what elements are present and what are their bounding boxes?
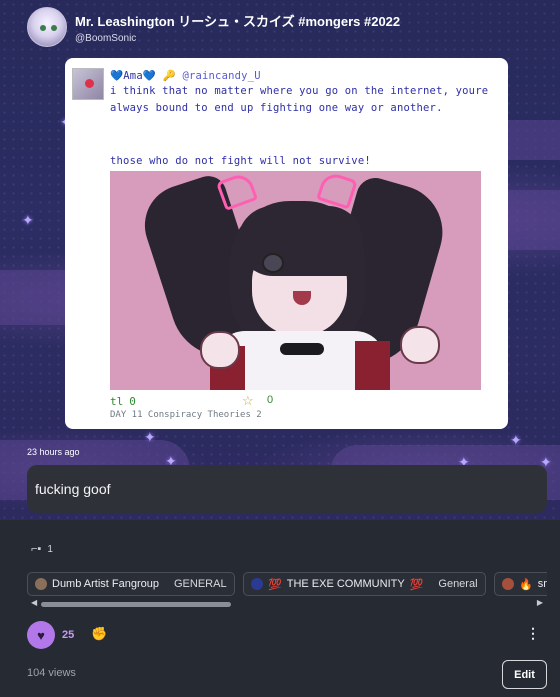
community-avatar-icon [251, 578, 264, 590]
retweet-count: 0 [129, 395, 136, 408]
embedded-author: 💙Ama💙 🔑 @raincandy_U [110, 69, 261, 82]
embedded-text-line: always bound to end up fighting one way … [110, 102, 443, 114]
more-options-icon[interactable]: ⋮ [526, 625, 540, 642]
view-count: 104 views [27, 667, 76, 679]
community-avatar-icon [501, 578, 514, 590]
fire-emoji-icon: 🔥 [518, 578, 533, 591]
embedded-text-line: those who do not fight will not survive! [110, 155, 371, 167]
author-handle[interactable]: @BoomSonic [75, 33, 400, 44]
community-name: Dumb Artist Fangroup [52, 578, 159, 590]
hundred-emoji-icon: 💯 [409, 578, 424, 591]
embedded-post-image[interactable]: 💙Ama💙 🔑 @raincandy_U i think that no mat… [65, 58, 508, 429]
community-name: smug scarl [537, 578, 547, 590]
post-caption: fucking goof [27, 465, 547, 513]
scroll-left-icon[interactable]: ◀ [31, 598, 37, 607]
embedded-artwork [110, 171, 481, 390]
embedded-footer: DAY 11 Conspiracy Theories 2 [110, 410, 262, 420]
post-caption-text: fucking goof [35, 481, 111, 497]
community-tag: General [438, 578, 478, 590]
embedded-text-line: i think that no matter where you go on t… [110, 85, 489, 97]
embedded-extra-count: 0 [267, 394, 274, 406]
reaction-chip[interactable]: ⌐▪ 1 [31, 543, 53, 555]
scroll-thumb[interactable] [41, 602, 231, 607]
community-list: Dumb Artist Fangroup GENERAL 💯 THE EXE C… [27, 572, 547, 596]
sparkle-icon: ✦ [22, 212, 34, 228]
edit-button[interactable]: Edit [502, 660, 547, 689]
embedded-author-handle: @raincandy_U [182, 70, 261, 82]
embedded-author-name: 💙Ama💙 🔑 [110, 70, 176, 82]
sunglasses-icon: ⌐▪ [31, 543, 42, 555]
sparkle-icon: ✦ [510, 432, 522, 448]
retweet-icon: tl [110, 395, 124, 408]
community-chip[interactable]: 💯 THE EXE COMMUNITY 💯 General [243, 572, 486, 596]
reaction-count: 1 [47, 543, 53, 555]
author-avatar[interactable] [27, 7, 67, 47]
post-header: Mr. Leashington リーシュ・スカイズ #mongers #2022… [27, 7, 400, 47]
embedded-actions: tl 0 [110, 395, 136, 408]
like-count: 25 [62, 629, 75, 641]
community-tag: GENERAL [174, 578, 227, 590]
scroll-track[interactable] [41, 602, 533, 607]
heart-icon: ♥ [37, 627, 45, 643]
community-scrollbar[interactable]: ◀ ▶ [31, 598, 543, 610]
hundred-emoji-icon: 💯 [268, 578, 282, 591]
embedded-author-avatar [72, 68, 104, 100]
post-timestamp: 23 hours ago [27, 447, 80, 457]
scroll-right-icon[interactable]: ▶ [537, 598, 543, 607]
author-display-name[interactable]: Mr. Leashington リーシュ・スカイズ #mongers #2022 [75, 11, 400, 30]
star-icon: ☆ [242, 393, 254, 408]
community-chip[interactable]: 🔥 smug scarl [493, 572, 547, 596]
community-chip[interactable]: Dumb Artist Fangroup GENERAL [27, 572, 235, 596]
community-avatar-icon [35, 578, 47, 590]
community-name: THE EXE COMMUNITY [286, 578, 405, 590]
sparkle-icon: ✦ [144, 429, 156, 445]
thumbs-down-icon[interactable]: ✊ [91, 626, 107, 642]
like-button[interactable]: ♥ [27, 621, 55, 649]
